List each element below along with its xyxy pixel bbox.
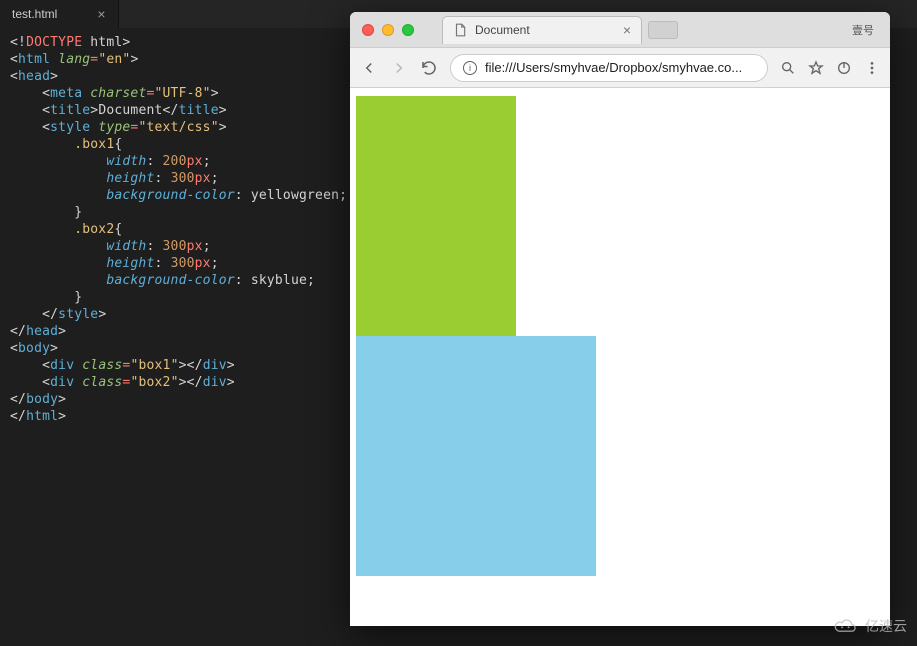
arrow-right-icon <box>390 59 408 77</box>
code-token: DOCTYPE <box>26 35 82 50</box>
code-token: lang <box>58 52 90 67</box>
code-token: 300 <box>171 171 195 186</box>
traffic-lights <box>362 24 414 36</box>
code-token: class <box>82 358 122 373</box>
code-token: title <box>179 103 219 118</box>
browser-tabs: Document × <box>442 16 840 44</box>
url-text: file:///Users/smyhvae/Dropbox/smyhvae.co… <box>485 60 755 75</box>
browser-tab-document[interactable]: Document × <box>442 16 642 44</box>
code-token: en <box>106 52 122 67</box>
window-close-button[interactable] <box>362 24 374 36</box>
code-token: width <box>106 239 146 254</box>
power-icon[interactable] <box>836 60 852 76</box>
forward-button[interactable] <box>390 59 408 77</box>
code-token: Document <box>98 103 162 118</box>
watermark-text: 亿速云 <box>865 616 907 636</box>
code-token: head <box>26 324 58 339</box>
code-token: body <box>26 392 58 407</box>
code-token: html <box>26 409 58 424</box>
code-token: 300 <box>163 239 187 254</box>
close-icon[interactable]: × <box>623 22 631 38</box>
code-token: box2 <box>138 375 170 390</box>
code-token: px <box>195 256 211 271</box>
code-token: div <box>50 358 74 373</box>
code-token: 200 <box>163 154 187 169</box>
code-token: style <box>50 120 90 135</box>
rendered-box1 <box>356 96 516 336</box>
browser-tab-title: Document <box>475 23 615 37</box>
code-token: box1 <box>138 358 170 373</box>
bookmark-icon[interactable] <box>808 60 824 76</box>
code-token: head <box>18 69 50 84</box>
code-token: px <box>187 239 203 254</box>
code-token: style <box>58 307 98 322</box>
code-token: html <box>18 52 50 67</box>
code-token: title <box>50 103 90 118</box>
editor-tab-test-html[interactable]: test.html × <box>0 0 119 28</box>
rendered-box2 <box>356 336 596 576</box>
code-token: 300 <box>171 256 195 271</box>
code-token: text/css <box>146 120 210 135</box>
browser-titlebar: Document × 壹号 <box>350 12 890 48</box>
browser-viewport <box>350 88 890 626</box>
profile-badge[interactable]: 壹号 <box>848 20 878 40</box>
document-icon <box>453 23 467 37</box>
window-minimize-button[interactable] <box>382 24 394 36</box>
code-token: div <box>203 358 227 373</box>
code-token: UTF-8 <box>163 86 203 101</box>
code-token: .box1 <box>74 137 114 152</box>
code-token: meta <box>50 86 82 101</box>
code-token: background-color <box>106 188 234 203</box>
code-token: background-color <box>106 273 234 288</box>
code-token: height <box>106 256 154 271</box>
code-token: class <box>82 375 122 390</box>
info-icon: i <box>463 61 477 75</box>
watermark: 亿速云 <box>833 616 907 636</box>
zoom-icon[interactable] <box>780 60 796 76</box>
code-token: div <box>203 375 227 390</box>
code-token: px <box>187 154 203 169</box>
reload-icon <box>420 59 438 77</box>
code-token: html <box>90 35 122 50</box>
arrow-left-icon <box>360 59 378 77</box>
code-token: body <box>18 341 50 356</box>
back-button[interactable] <box>360 59 378 77</box>
code-token: skyblue <box>251 273 307 288</box>
cloud-icon <box>833 617 859 635</box>
code-token: charset <box>90 86 146 101</box>
code-token: px <box>195 171 211 186</box>
code-token: yellowgreen <box>251 188 339 203</box>
menu-icon[interactable] <box>864 60 880 76</box>
editor-tab-filename: test.html <box>12 7 57 21</box>
address-bar[interactable]: i file:///Users/smyhvae/Dropbox/smyhvae.… <box>450 54 768 82</box>
code-token: .box2 <box>74 222 114 237</box>
close-icon[interactable]: × <box>97 6 105 22</box>
browser-toolbar: i file:///Users/smyhvae/Dropbox/smyhvae.… <box>350 48 890 88</box>
code-token: type <box>98 120 130 135</box>
new-tab-button[interactable] <box>648 21 678 39</box>
code-token: height <box>106 171 154 186</box>
code-token: div <box>50 375 74 390</box>
window-maximize-button[interactable] <box>402 24 414 36</box>
reload-button[interactable] <box>420 59 438 77</box>
code-token: width <box>106 154 146 169</box>
browser-window: Document × 壹号 i file:///Users/smyhvae/Dr… <box>350 12 890 626</box>
